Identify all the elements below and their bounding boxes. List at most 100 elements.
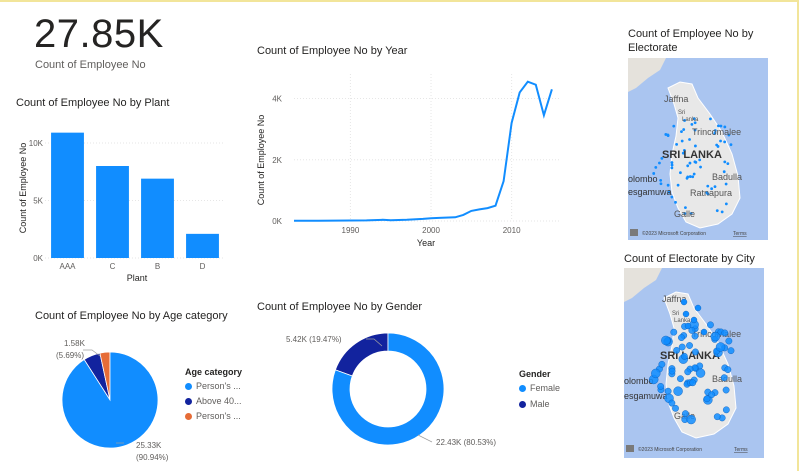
map2-point[interactable]: [710, 331, 720, 342]
map1-point[interactable]: [686, 164, 690, 168]
map2-point[interactable]: [678, 334, 685, 342]
gender-donut-slices[interactable]: [331, 332, 445, 446]
map1-point[interactable]: [670, 166, 674, 170]
map2-point[interactable]: [708, 391, 716, 399]
map1-point[interactable]: [688, 175, 692, 178]
map1-point[interactable]: [715, 143, 719, 147]
bar-xtick-label[interactable]: B: [155, 262, 160, 271]
map2-point[interactable]: [692, 348, 699, 356]
map2-point[interactable]: [725, 337, 733, 345]
map1-point[interactable]: [659, 179, 663, 182]
map1-point[interactable]: [654, 166, 658, 169]
map1-point[interactable]: [670, 161, 674, 164]
map1-point[interactable]: [685, 176, 689, 180]
bar-xtick-label[interactable]: C: [110, 262, 116, 271]
map1-point[interactable]: [672, 124, 676, 128]
map1-point[interactable]: [724, 182, 728, 186]
map1-point[interactable]: [726, 162, 730, 166]
bar-c[interactable]: [96, 166, 129, 258]
bar-ytick-label[interactable]: 0K: [33, 254, 43, 263]
line-chart[interactable]: 0K 2K 4K 1990 2000 2010 Year Count of Employ…: [250, 62, 570, 252]
map1-point[interactable]: [682, 128, 686, 131]
map2-point[interactable]: [661, 335, 671, 346]
age-slices-slice-3[interactable]: [61, 351, 159, 449]
map2-point[interactable]: [727, 347, 735, 355]
map1-point[interactable]: [719, 139, 722, 143]
age-legend-item-2[interactable]: Above 40...: [185, 396, 242, 406]
map2-point[interactable]: [691, 332, 699, 340]
map2-point[interactable]: [682, 310, 690, 318]
map2-point[interactable]: [668, 367, 676, 375]
map2-point[interactable]: [684, 368, 692, 376]
bar-ytick-label[interactable]: 5K: [33, 197, 43, 206]
map2-point[interactable]: [673, 386, 683, 396]
bar-aaa[interactable]: [51, 132, 84, 258]
bar-xtick-label[interactable]: D: [200, 262, 206, 271]
map1-point[interactable]: [664, 133, 668, 136]
map2-point[interactable]: [673, 347, 681, 354]
map2-point[interactable]: [670, 328, 678, 336]
map1-point[interactable]: [680, 139, 684, 143]
gender-legend-item-male[interactable]: Male: [519, 399, 560, 409]
map1-point[interactable]: [720, 210, 724, 214]
line-series[interactable]: [294, 80, 553, 222]
bar-xtick-label[interactable]: AAA: [59, 262, 76, 271]
map2-point[interactable]: [651, 368, 661, 379]
map1-point[interactable]: [694, 144, 697, 148]
map1-point[interactable]: [729, 143, 733, 147]
map2-point[interactable]: [677, 375, 684, 383]
bar-b[interactable]: [141, 178, 174, 258]
map1-point[interactable]: [659, 182, 663, 186]
map1-point[interactable]: [680, 130, 683, 134]
map1-point[interactable]: [699, 165, 702, 169]
map2-point[interactable]: [678, 343, 686, 351]
map2-terms-link[interactable]: Terms: [734, 447, 748, 453]
map1-point[interactable]: [658, 161, 661, 165]
map2-point[interactable]: [721, 329, 729, 337]
map2-point[interactable]: [681, 352, 688, 360]
bar-chart[interactable]: 0K 5K 10K AAA C B D Plant Count of Employee N…: [0, 112, 240, 290]
map2-point[interactable]: [668, 399, 676, 407]
gender-donut-chart[interactable]: 5.42K (19.47%) 22.43K (80.53%): [250, 318, 510, 463]
map1-point[interactable]: [692, 172, 696, 176]
map2-city[interactable]: Jaffna Sri Lanka Trincomalee SRI LANKA o…: [624, 268, 764, 458]
map1-terms-link[interactable]: Terms: [733, 231, 747, 237]
map1-point[interactable]: [709, 117, 712, 121]
bar-d[interactable]: [186, 233, 219, 258]
map1-point[interactable]: [688, 161, 692, 165]
map1-point[interactable]: [675, 143, 679, 146]
map1-point[interactable]: [723, 140, 727, 144]
map2-point[interactable]: [707, 321, 714, 329]
gender-legend-item-female[interactable]: Female: [519, 383, 560, 393]
map2-point[interactable]: [694, 304, 702, 312]
map1-point[interactable]: [688, 138, 691, 141]
bar-ytick-label[interactable]: 10K: [29, 139, 44, 148]
age-pie-slices[interactable]: [61, 351, 159, 449]
map2-point[interactable]: [684, 322, 692, 330]
map1-point[interactable]: [690, 123, 694, 126]
map2-point[interactable]: [724, 366, 732, 374]
map2-point[interactable]: [689, 379, 697, 387]
map2-point[interactable]: [682, 410, 689, 418]
age-pie-chart[interactable]: 1.58K (5.69%) 25.33K (90.94%): [20, 325, 190, 465]
map1-point[interactable]: [674, 200, 677, 204]
map1-point[interactable]: [723, 160, 727, 164]
map2-point[interactable]: [686, 342, 693, 349]
age-legend-item-3[interactable]: Person's ...: [185, 411, 242, 421]
map2-point[interactable]: [722, 406, 730, 414]
age-legend-item-1[interactable]: Person's ...: [185, 381, 242, 391]
map2-point[interactable]: [713, 413, 721, 421]
map1-electorate[interactable]: Jaffna Sri Lanka Trincomalee SRI LANKA o…: [628, 58, 768, 240]
map2-point[interactable]: [657, 383, 665, 390]
map1-point[interactable]: [676, 183, 680, 187]
map2-point[interactable]: [664, 387, 672, 395]
map2-point[interactable]: [700, 328, 708, 336]
map2-point[interactable]: [722, 386, 730, 394]
gender-slices-slice-1[interactable]: [334, 332, 389, 377]
map1-point[interactable]: [691, 175, 695, 179]
map2-point[interactable]: [686, 414, 696, 425]
map2-point[interactable]: [690, 316, 698, 324]
bar-chart-bars[interactable]: [51, 132, 219, 258]
map1-point[interactable]: [715, 209, 719, 213]
map1-point[interactable]: [670, 163, 674, 167]
